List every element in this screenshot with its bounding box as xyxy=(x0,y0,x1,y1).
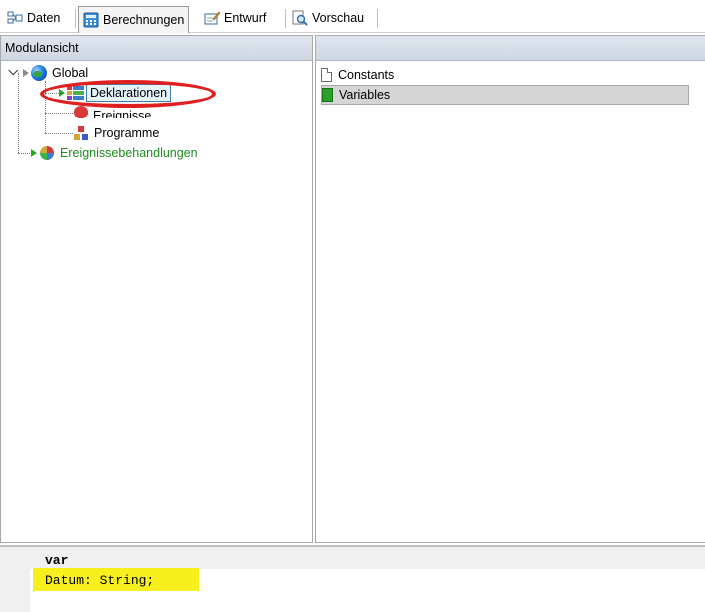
calculator-icon xyxy=(83,12,99,28)
list-item-label: Variables xyxy=(339,88,391,102)
tab-bar: Daten Berechnungen Entwurf Vorschau xyxy=(0,0,705,33)
tab-label: Daten xyxy=(27,11,61,25)
design-pencil-icon xyxy=(204,10,221,26)
tree-node-label: Deklarationen xyxy=(86,84,172,102)
tab-separator xyxy=(285,9,286,28)
declarations-list-panel: Constants Variables xyxy=(315,35,705,543)
code-line-1: var xyxy=(45,553,69,568)
tab-berechnungen[interactable]: Berechnungen xyxy=(78,6,190,33)
tab-separator xyxy=(75,9,76,28)
list-item-label: Constants xyxy=(338,68,395,82)
tree-node-label: Programme xyxy=(94,126,160,140)
tree-connector xyxy=(45,81,46,133)
arrow-outline-icon xyxy=(23,69,29,77)
event-handler-icon xyxy=(40,146,54,160)
tree-node-global[interactable]: Global xyxy=(9,64,88,82)
tree-node-label: Ereignisse xyxy=(93,109,152,118)
tab-separator xyxy=(377,9,378,28)
tab-vorschau[interactable]: Vorschau xyxy=(288,7,368,29)
module-view-header: Modulansicht xyxy=(1,36,312,61)
program-blocks-icon xyxy=(73,125,89,141)
tab-daten[interactable]: Daten xyxy=(3,7,64,29)
tree-connector xyxy=(18,73,19,153)
tree-node-ereignisbehandlungen[interactable]: Ereignissebehandlungen xyxy=(31,144,198,162)
list-item-constants[interactable]: Constants xyxy=(321,65,689,85)
green-arrow-icon xyxy=(31,149,37,157)
tree-connector xyxy=(45,113,73,114)
current-line-highlight xyxy=(30,547,705,569)
tree-connector xyxy=(18,153,32,154)
globe-icon xyxy=(31,65,47,81)
tree-node-deklarationen[interactable]: Deklarationen xyxy=(59,84,172,102)
green-arrow-icon xyxy=(59,89,65,97)
list-item-variables[interactable]: Variables xyxy=(321,85,689,105)
module-view-panel: Modulansicht Global Deklarationen Ereign… xyxy=(0,35,313,543)
tab-label: Vorschau xyxy=(312,11,365,25)
tree-node-ereignisse[interactable]: Ereignisse xyxy=(73,104,151,118)
tree-node-programme[interactable]: Programme xyxy=(73,124,159,142)
tab-entwurf[interactable]: Entwurf xyxy=(200,7,270,29)
declarations-grid-icon xyxy=(67,86,84,100)
tree-connector xyxy=(45,133,73,134)
collapse-chevron-icon[interactable] xyxy=(9,69,17,77)
tree-node-label: Ereignissebehandlungen xyxy=(60,146,198,160)
editor-gutter xyxy=(0,547,30,612)
code-editor[interactable]: var Datum: String; xyxy=(0,545,705,612)
document-icon xyxy=(321,68,332,82)
tab-label: Entwurf xyxy=(224,11,267,25)
module-tree: Global Deklarationen Ereignisse Programm… xyxy=(1,61,312,541)
event-icon xyxy=(73,104,89,118)
tree-node-label: Global xyxy=(52,66,89,80)
code-line-2: Datum: String; xyxy=(45,573,155,588)
declarations-list-header xyxy=(316,36,705,61)
data-icon xyxy=(7,10,23,26)
preview-magnifier-icon xyxy=(292,10,308,26)
tab-label: Berechnungen xyxy=(103,13,185,27)
green-document-icon xyxy=(322,88,333,102)
